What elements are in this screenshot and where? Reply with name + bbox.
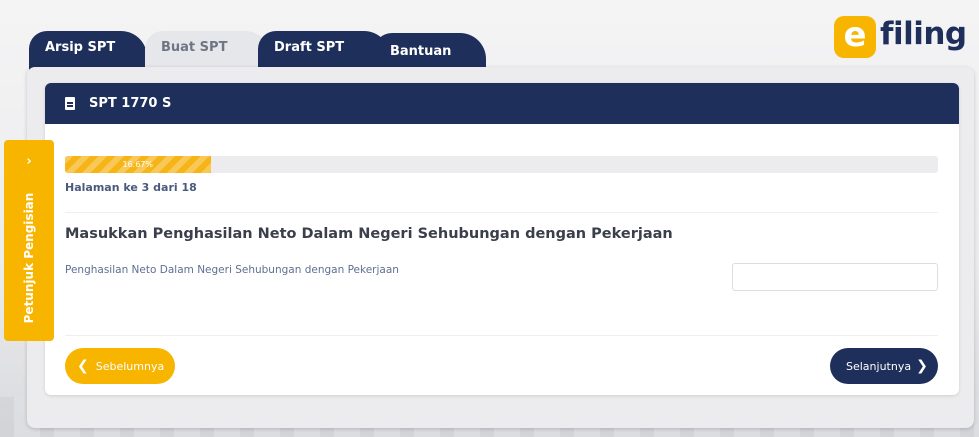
guide-side-tab[interactable]: › Petunjuk Pengisian <box>4 140 54 341</box>
efiling-logo: e filing <box>834 14 967 60</box>
card-header: SPT 1770 S <box>45 83 959 124</box>
guide-side-tab-label: Petunjuk Pengisian <box>22 192 36 324</box>
chevron-right-icon: ❯ <box>916 358 928 374</box>
divider <box>65 212 938 213</box>
previous-button[interactable]: ❮ Sebelumnya <box>65 348 175 384</box>
chevron-right-icon: › <box>26 154 32 169</box>
tab-draft-spt[interactable]: Draft SPT <box>258 31 390 71</box>
tab-buat-spt[interactable]: Buat SPT <box>145 31 271 71</box>
logo-text: filing <box>880 16 967 52</box>
page-indicator: Halaman ke 3 dari 18 <box>65 181 197 194</box>
previous-button-label: Sebelumnya <box>95 359 165 373</box>
spt-card: SPT 1770 S 16.67% Halaman ke 3 dari 18 M… <box>45 83 959 395</box>
progress-bar: 16.67% <box>65 156 938 173</box>
penghasilan-neto-input[interactable] <box>732 263 938 291</box>
field-label: Penghasilan Neto Dalam Negeri Sehubungan… <box>65 264 399 276</box>
logo-mark: e <box>834 16 876 58</box>
chevron-left-icon: ❮ <box>77 358 89 374</box>
progress-label: 16.67% <box>122 160 154 169</box>
divider <box>65 335 938 336</box>
card-title: SPT 1770 S <box>89 96 172 111</box>
tab-bantuan[interactable]: Bantuan <box>374 33 486 71</box>
next-button-label: Selanjutnya <box>846 359 912 373</box>
section-title: Masukkan Penghasilan Neto Dalam Negeri S… <box>65 226 673 242</box>
next-button[interactable]: Selanjutnya ❯ <box>830 348 938 384</box>
document-icon <box>65 97 75 110</box>
tab-arsip-spt[interactable]: Arsip SPT <box>29 31 147 71</box>
